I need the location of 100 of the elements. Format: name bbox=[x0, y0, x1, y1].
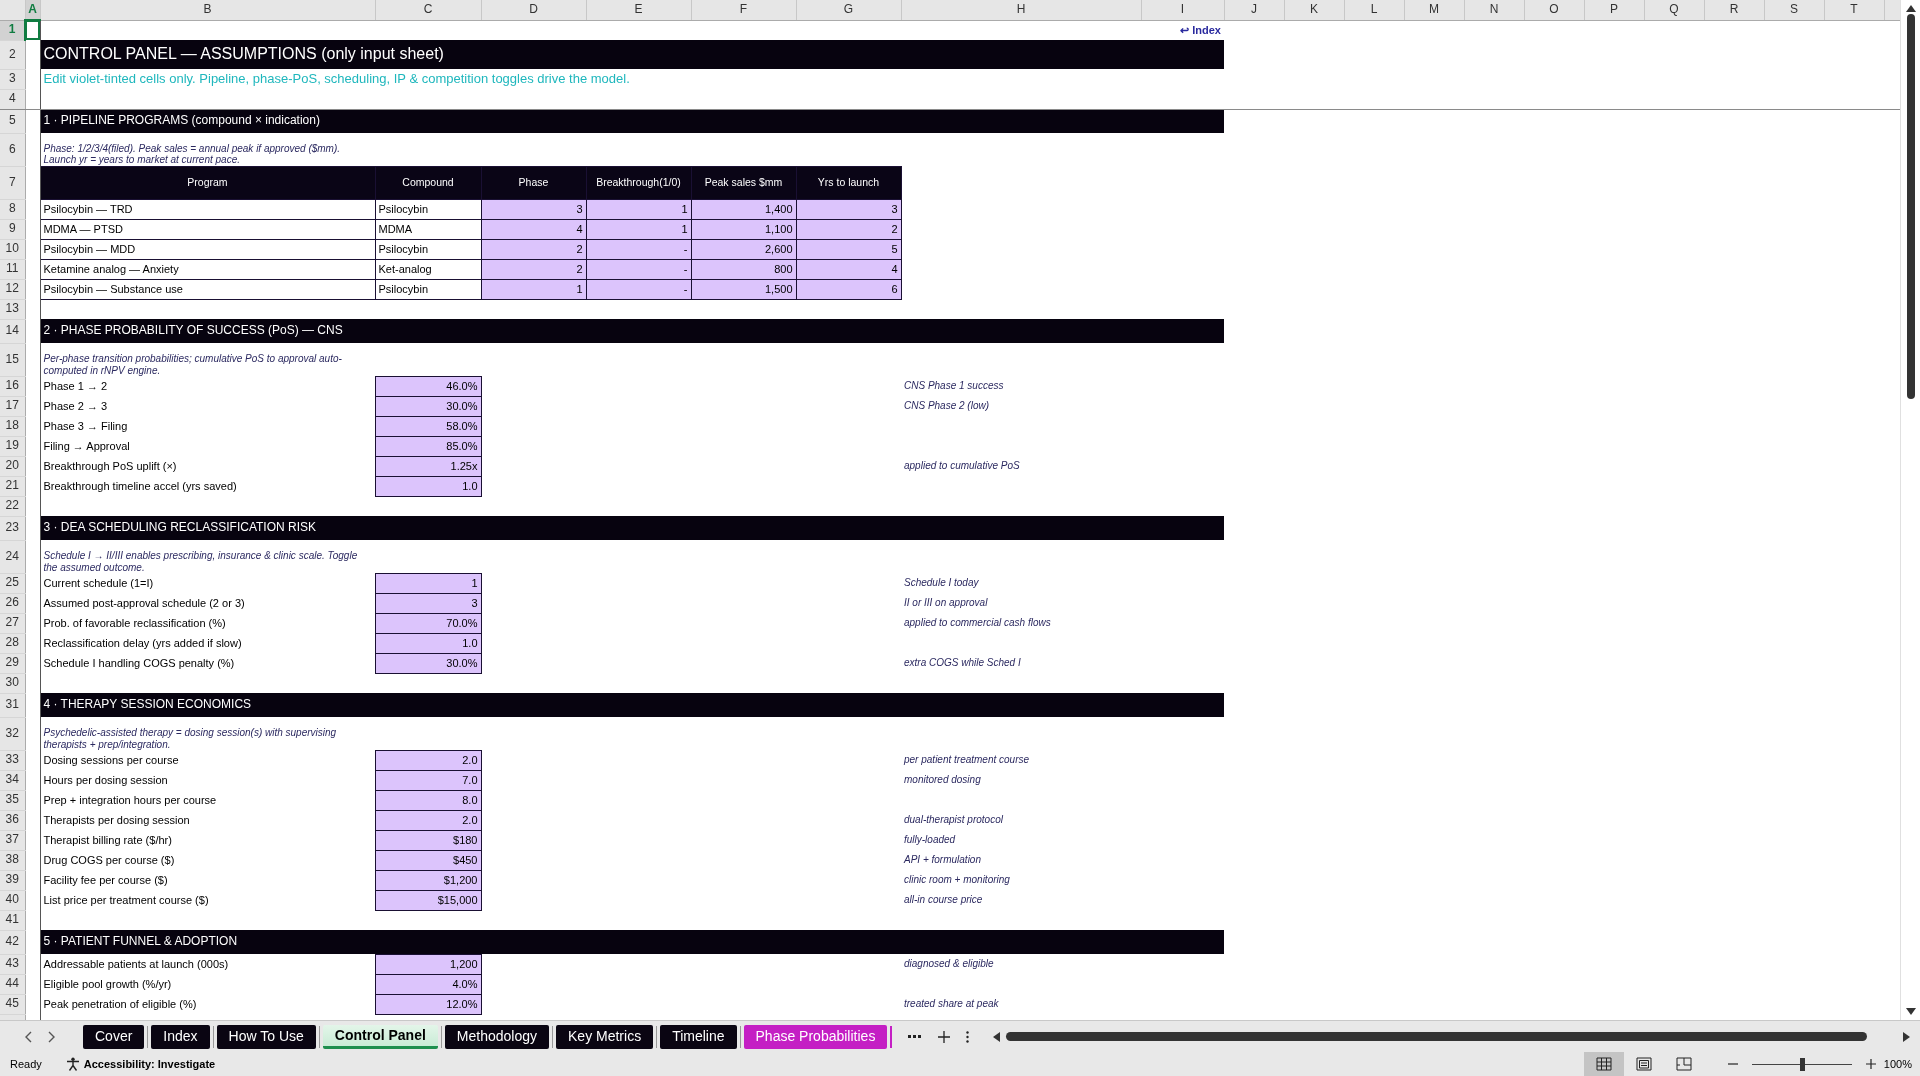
input-cell[interactable]: 2.0 bbox=[375, 810, 481, 830]
row-header[interactable]: 40 bbox=[0, 890, 25, 910]
input-cell[interactable]: 1.25x bbox=[375, 456, 481, 476]
input-cell[interactable]: 85.0% bbox=[375, 436, 481, 456]
column-header[interactable]: E bbox=[586, 0, 691, 20]
sheet-tab[interactable]: Cover bbox=[83, 1024, 145, 1049]
column-header[interactable]: J bbox=[1224, 0, 1284, 20]
input-cell[interactable]: $450 bbox=[375, 850, 481, 870]
column-header[interactable]: P bbox=[1584, 0, 1644, 20]
row-header[interactable]: 42 bbox=[0, 930, 25, 954]
input-cell[interactable]: 1.0 bbox=[375, 476, 481, 496]
column-header[interactable]: O bbox=[1524, 0, 1584, 20]
row-header[interactable]: 30 bbox=[0, 673, 25, 693]
row-header[interactable]: 15 bbox=[0, 343, 25, 376]
sheet-tab[interactable]: Timeline bbox=[660, 1024, 737, 1049]
scrollbar-thumb[interactable] bbox=[1006, 1032, 1867, 1041]
scroll-left-icon[interactable] bbox=[993, 1031, 1001, 1042]
row-header[interactable]: 11 bbox=[0, 259, 25, 279]
row-header[interactable]: 41 bbox=[0, 910, 25, 930]
row-header[interactable]: 17 bbox=[0, 396, 25, 416]
row-header[interactable]: 19 bbox=[0, 436, 25, 456]
row-header[interactable]: 29 bbox=[0, 653, 25, 673]
sheet-tab[interactable]: Phase Probabilities bbox=[743, 1024, 888, 1049]
column-header[interactable]: R bbox=[1704, 0, 1764, 20]
row-header[interactable]: 13 bbox=[0, 299, 25, 319]
column-header[interactable]: B bbox=[40, 0, 375, 20]
scroll-right-icon[interactable] bbox=[1903, 1031, 1910, 1042]
row-header[interactable]: 37 bbox=[0, 830, 25, 850]
input-cell[interactable]: 1 bbox=[375, 573, 481, 593]
row-header[interactable]: 16 bbox=[0, 376, 25, 396]
row-header[interactable]: 3 bbox=[0, 69, 25, 89]
sheet-tab[interactable]: Index bbox=[151, 1024, 210, 1049]
row-header[interactable]: 12 bbox=[0, 279, 25, 299]
row-header[interactable]: 36 bbox=[0, 810, 25, 830]
row-header[interactable]: 25 bbox=[0, 573, 25, 593]
row-header[interactable]: 2 bbox=[0, 40, 25, 69]
input-cell[interactable]: 2.0 bbox=[375, 750, 481, 770]
scroll-down-icon[interactable] bbox=[1905, 1008, 1916, 1016]
column-header[interactable]: I bbox=[1141, 0, 1224, 20]
row-header[interactable]: 44 bbox=[0, 974, 25, 994]
sheet-tab[interactable]: Control Panel bbox=[322, 1024, 438, 1049]
column-header[interactable]: M bbox=[1404, 0, 1464, 20]
row-header[interactable]: 43 bbox=[0, 954, 25, 974]
input-cell[interactable]: 1.0 bbox=[375, 633, 481, 653]
row-header[interactable]: 7 bbox=[0, 166, 25, 199]
sheet-tab[interactable]: Methodology bbox=[444, 1024, 549, 1049]
row-header[interactable]: 14 bbox=[0, 319, 25, 343]
row-header[interactable]: 34 bbox=[0, 770, 25, 790]
input-cell[interactable]: 1,200 bbox=[375, 954, 481, 974]
row-header[interactable]: 33 bbox=[0, 750, 25, 770]
input-cell[interactable]: 58.0% bbox=[375, 416, 481, 436]
row-header[interactable]: 28 bbox=[0, 633, 25, 653]
column-header[interactable]: G bbox=[796, 0, 901, 20]
accessibility-button[interactable]: Accessibility: Investigate bbox=[65, 1055, 216, 1073]
column-header[interactable]: Q bbox=[1644, 0, 1704, 20]
row-header[interactable]: 45 bbox=[0, 994, 25, 1014]
active-cell[interactable] bbox=[25, 20, 40, 40]
row-header[interactable]: 20 bbox=[0, 456, 25, 476]
row-header[interactable]: 4 bbox=[0, 89, 25, 109]
row-header[interactable]: 26 bbox=[0, 593, 25, 613]
input-cell[interactable]: 12.0% bbox=[375, 994, 481, 1014]
column-header[interactable]: S bbox=[1764, 0, 1824, 20]
row-header[interactable]: 18 bbox=[0, 416, 25, 436]
input-cell[interactable]: $15,000 bbox=[375, 890, 481, 910]
scroll-up-icon[interactable] bbox=[1905, 4, 1916, 12]
sheet-tab[interactable]: Key Metrics bbox=[556, 1024, 654, 1049]
row-header[interactable]: 5 bbox=[0, 109, 25, 133]
scrollbar-thumb[interactable] bbox=[1906, 14, 1915, 399]
row-header[interactable]: 10 bbox=[0, 239, 25, 259]
column-header[interactable]: L bbox=[1344, 0, 1404, 20]
input-cell[interactable]: 8.0 bbox=[375, 790, 481, 810]
sheet-tab[interactable]: How To Use bbox=[216, 1024, 316, 1049]
column-header[interactable]: K bbox=[1284, 0, 1344, 20]
input-cell[interactable]: 4.0% bbox=[375, 974, 481, 994]
row-header[interactable]: 9 bbox=[0, 219, 25, 239]
input-cell[interactable]: 70.0% bbox=[375, 613, 481, 633]
row-header[interactable]: 39 bbox=[0, 870, 25, 890]
row-header[interactable]: 27 bbox=[0, 613, 25, 633]
column-header[interactable]: H bbox=[901, 0, 1141, 20]
input-cell[interactable]: 30.0% bbox=[375, 396, 481, 416]
column-header[interactable]: D bbox=[481, 0, 586, 20]
column-header[interactable]: C bbox=[375, 0, 481, 20]
row-header[interactable]: 6 bbox=[0, 133, 25, 166]
row-header[interactable]: 23 bbox=[0, 516, 25, 540]
normal-view-button[interactable] bbox=[1583, 1052, 1624, 1076]
row-header[interactable]: 31 bbox=[0, 693, 25, 717]
row-header[interactable]: 8 bbox=[0, 199, 25, 219]
row-header[interactable]: 38 bbox=[0, 850, 25, 870]
column-header[interactable]: T bbox=[1824, 0, 1884, 20]
column-header[interactable]: F bbox=[691, 0, 796, 20]
row-header[interactable]: 21 bbox=[0, 476, 25, 496]
input-cell[interactable]: $1,200 bbox=[375, 870, 481, 890]
column-header[interactable]: N bbox=[1464, 0, 1524, 20]
index-link[interactable]: ↩ Index bbox=[1180, 23, 1221, 37]
row-header[interactable]: 22 bbox=[0, 496, 25, 516]
row-header[interactable]: 32 bbox=[0, 717, 25, 750]
row-header[interactable]: 24 bbox=[0, 540, 25, 573]
row-header[interactable]: 35 bbox=[0, 790, 25, 810]
input-cell[interactable]: 46.0% bbox=[375, 376, 481, 396]
input-cell[interactable]: 3 bbox=[375, 593, 481, 613]
